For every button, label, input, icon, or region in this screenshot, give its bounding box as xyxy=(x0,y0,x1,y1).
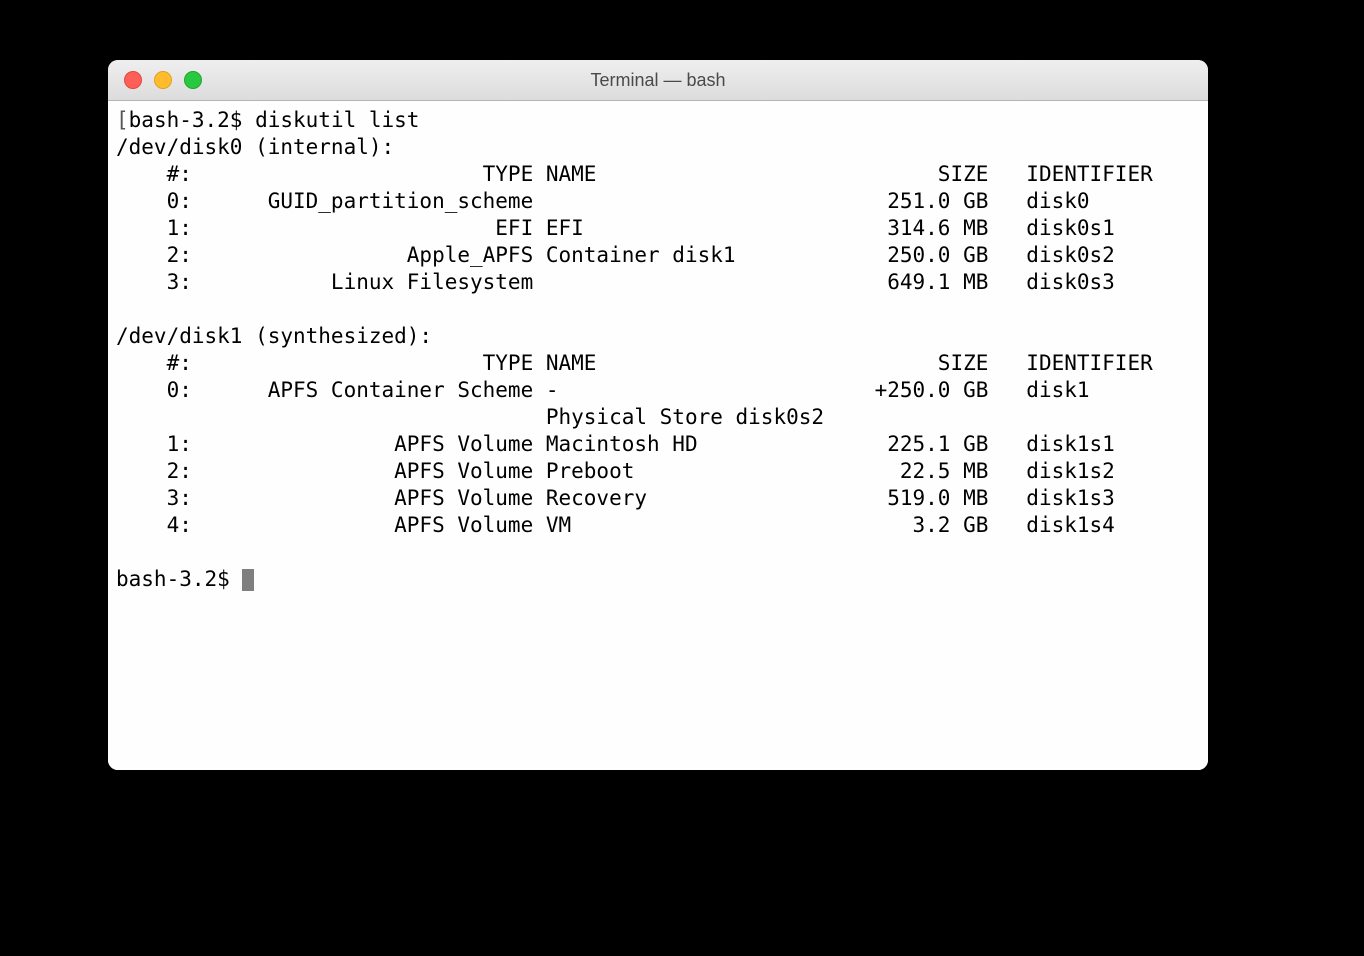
prompt: bash-3.2$ xyxy=(116,567,242,591)
command-text: diskutil list xyxy=(255,108,419,132)
bracket-open: [ xyxy=(116,108,129,132)
titlebar[interactable]: Terminal — bash xyxy=(108,60,1208,101)
table-row: 0: APFS Container Scheme - +250.0 GB dis… xyxy=(116,378,1090,402)
table-row: 3: APFS Volume Recovery 519.0 MB disk1s3 xyxy=(116,486,1115,510)
window-title: Terminal — bash xyxy=(108,70,1208,91)
table-row: 2: Apple_APFS Container disk1 250.0 GB d… xyxy=(116,243,1115,267)
terminal-window: Terminal — bash [bash-3.2$ diskutil list… xyxy=(108,60,1208,770)
traffic-lights xyxy=(108,71,202,89)
disk0-header: /dev/disk0 (internal): xyxy=(116,135,394,159)
disk1-header: /dev/disk1 (synthesized): xyxy=(116,324,432,348)
column-header: #: TYPE NAME SIZE IDENTIFIER xyxy=(116,162,1153,186)
table-row: 4: APFS Volume VM 3.2 GB disk1s4 xyxy=(116,513,1115,537)
table-row: 2: APFS Volume Preboot 22.5 MB disk1s2 xyxy=(116,459,1115,483)
close-icon[interactable] xyxy=(124,71,142,89)
table-row: 1: APFS Volume Macintosh HD 225.1 GB dis… xyxy=(116,432,1115,456)
zoom-icon[interactable] xyxy=(184,71,202,89)
column-header: #: TYPE NAME SIZE IDENTIFIER xyxy=(116,351,1153,375)
terminal-body[interactable]: [bash-3.2$ diskutil list /dev/disk0 (int… xyxy=(108,101,1208,770)
table-subrow: Physical Store disk0s2 xyxy=(116,405,824,429)
minimize-icon[interactable] xyxy=(154,71,172,89)
table-row: 1: EFI EFI 314.6 MB disk0s1 xyxy=(116,216,1115,240)
cursor-icon xyxy=(242,569,254,591)
prompt: bash-3.2$ xyxy=(129,108,255,132)
table-row: 3: Linux Filesystem 649.1 MB disk0s3 xyxy=(116,270,1115,294)
table-row: 0: GUID_partition_scheme 251.0 GB disk0 xyxy=(116,189,1090,213)
